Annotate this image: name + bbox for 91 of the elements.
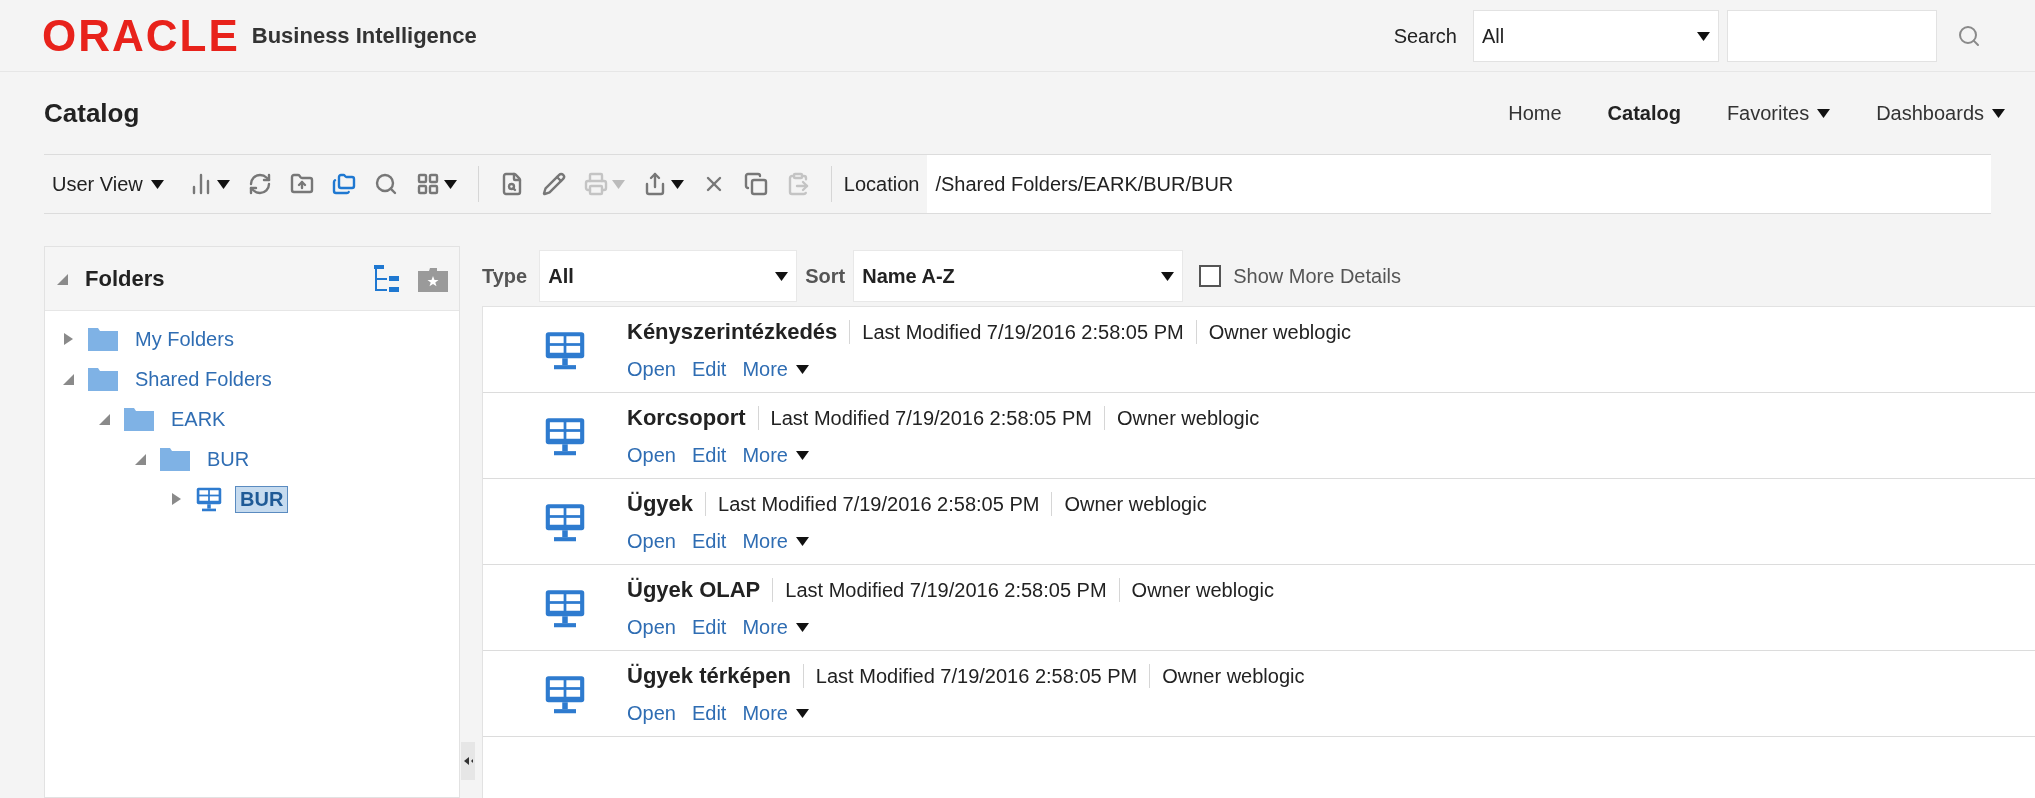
tree-item[interactable]: My Folders: [131, 326, 238, 352]
panel-title: Folders: [85, 265, 165, 293]
location-label: Location: [843, 172, 920, 197]
item-action-link[interactable]: Open: [627, 526, 676, 556]
item-action-link[interactable]: More: [742, 354, 809, 384]
modified-text: Last Modified 7/19/2016 2:58:05 PM: [815, 663, 1138, 689]
item-action-link[interactable]: Open: [627, 440, 676, 470]
item-action-link[interactable]: More: [742, 698, 809, 728]
pencil-icon: [541, 172, 566, 196]
caret-icon: [1817, 108, 1831, 118]
modified-text: Last Modified 7/19/2016 2:58:05 PM: [785, 577, 1107, 603]
search-label: Search: [1393, 23, 1457, 49]
caret-icon: [443, 179, 457, 189]
caret-icon: [796, 622, 809, 632]
modified-text: Last Modified 7/19/2016 2:58:05 PM: [770, 405, 1092, 431]
caret-icon: [796, 364, 809, 374]
nav-link[interactable]: Catalog: [1607, 98, 1681, 128]
item-action-link[interactable]: More: [742, 526, 809, 556]
folder-icon: [123, 406, 155, 432]
owner-text: Owner weblogic: [1116, 405, 1260, 431]
tree-item[interactable]: BUR: [235, 485, 289, 513]
caret-icon: [1697, 30, 1710, 41]
checkbox-label: Show More Details: [1233, 264, 1402, 289]
item-action-link[interactable]: Open: [627, 698, 676, 728]
type-select[interactable]: All: [539, 250, 798, 302]
collapsed-triangle-icon[interactable]: [61, 332, 75, 346]
collapsed-triangle-icon[interactable]: [169, 492, 183, 506]
caret-icon: [775, 271, 789, 281]
modified-text: Last Modified 7/19/2016 2:58:05 PM: [862, 319, 1184, 345]
caret-icon: [1161, 271, 1175, 281]
search-scope-select[interactable]: All: [1473, 9, 1719, 62]
caret-icon: [216, 179, 230, 189]
caret-icon: [796, 708, 809, 718]
sort-label: Sort: [805, 264, 846, 289]
caret-icon: [150, 179, 164, 189]
folder-upload-icon: [289, 172, 314, 196]
expanded-triangle-icon[interactable]: [97, 412, 111, 426]
folder-icon: [87, 366, 119, 392]
item-action-link[interactable]: Edit: [691, 440, 727, 470]
item-name[interactable]: Korcsoport: [627, 401, 746, 434]
tree-item[interactable]: BUR: [203, 446, 254, 472]
item-name[interactable]: Ügyek OLAP: [627, 573, 761, 606]
caret-icon: [796, 450, 809, 460]
caret-icon: [796, 536, 809, 546]
item-action-link[interactable]: More: [742, 612, 809, 642]
item-action-link[interactable]: Edit: [691, 612, 727, 642]
expanded-triangle-icon[interactable]: [61, 372, 75, 386]
caret-icon: [1992, 108, 2005, 118]
item-action-link[interactable]: Open: [627, 612, 676, 642]
search-field[interactable]: [1727, 9, 1937, 62]
item-action-link[interactable]: More: [742, 440, 809, 470]
checkbox[interactable]: [1199, 265, 1222, 287]
printer-icon: [583, 172, 608, 196]
folder-icon: [87, 326, 119, 352]
nav-link[interactable]: Favorites: [1726, 98, 1831, 128]
tree-item[interactable]: Shared Folders: [131, 366, 276, 392]
expanded-triangle-icon[interactable]: [133, 452, 147, 466]
product-name: Business Intelligence: [251, 22, 477, 50]
dashboard-icon: [195, 485, 223, 513]
item-name[interactable]: Ügyek: [627, 487, 694, 520]
copy-icon: [743, 172, 768, 196]
folders-icon: [331, 172, 356, 196]
caret-icon: [611, 179, 625, 189]
owner-text: Owner weblogic: [1162, 663, 1305, 689]
item-action-link[interactable]: Edit: [691, 698, 727, 728]
item-action-link[interactable]: Open: [627, 354, 676, 384]
nav-link[interactable]: Home: [1508, 98, 1562, 128]
page-title: Catalog: [44, 96, 140, 130]
search-icon: [373, 172, 398, 196]
grid-icon: [415, 172, 440, 196]
owner-text: Owner weblogic: [1064, 491, 1207, 517]
tree-item[interactable]: EARK: [167, 406, 230, 432]
modified-text: Last Modified 7/19/2016 2:58:05 PM: [718, 491, 1040, 517]
caret-icon: [670, 179, 684, 189]
owner-text: Owner weblogic: [1208, 319, 1351, 345]
search-icon[interactable]: [1957, 23, 1981, 48]
collapse-handle-icon[interactable]: [461, 742, 475, 780]
view-menu-button[interactable]: User View: [44, 169, 180, 199]
nav-link[interactable]: Dashboards: [1876, 98, 2005, 128]
folder-icon: [159, 446, 191, 472]
item-name[interactable]: Kényszerintézkedés: [627, 315, 838, 348]
oracle-logo: ORACLE: [42, 13, 240, 58]
tree-structure-icon[interactable]: [373, 263, 401, 294]
sort-select[interactable]: Name A-Z: [853, 250, 1184, 302]
location-field[interactable]: /Shared Folders/EARK/BUR/BUR: [927, 155, 1991, 213]
item-action-link[interactable]: Edit: [691, 526, 727, 556]
item-action-link[interactable]: Edit: [691, 354, 727, 384]
item-name[interactable]: Ügyek térképen: [627, 659, 791, 692]
owner-text: Owner weblogic: [1131, 577, 1274, 603]
type-label: Type: [482, 264, 528, 289]
refresh-icon: [247, 172, 272, 196]
